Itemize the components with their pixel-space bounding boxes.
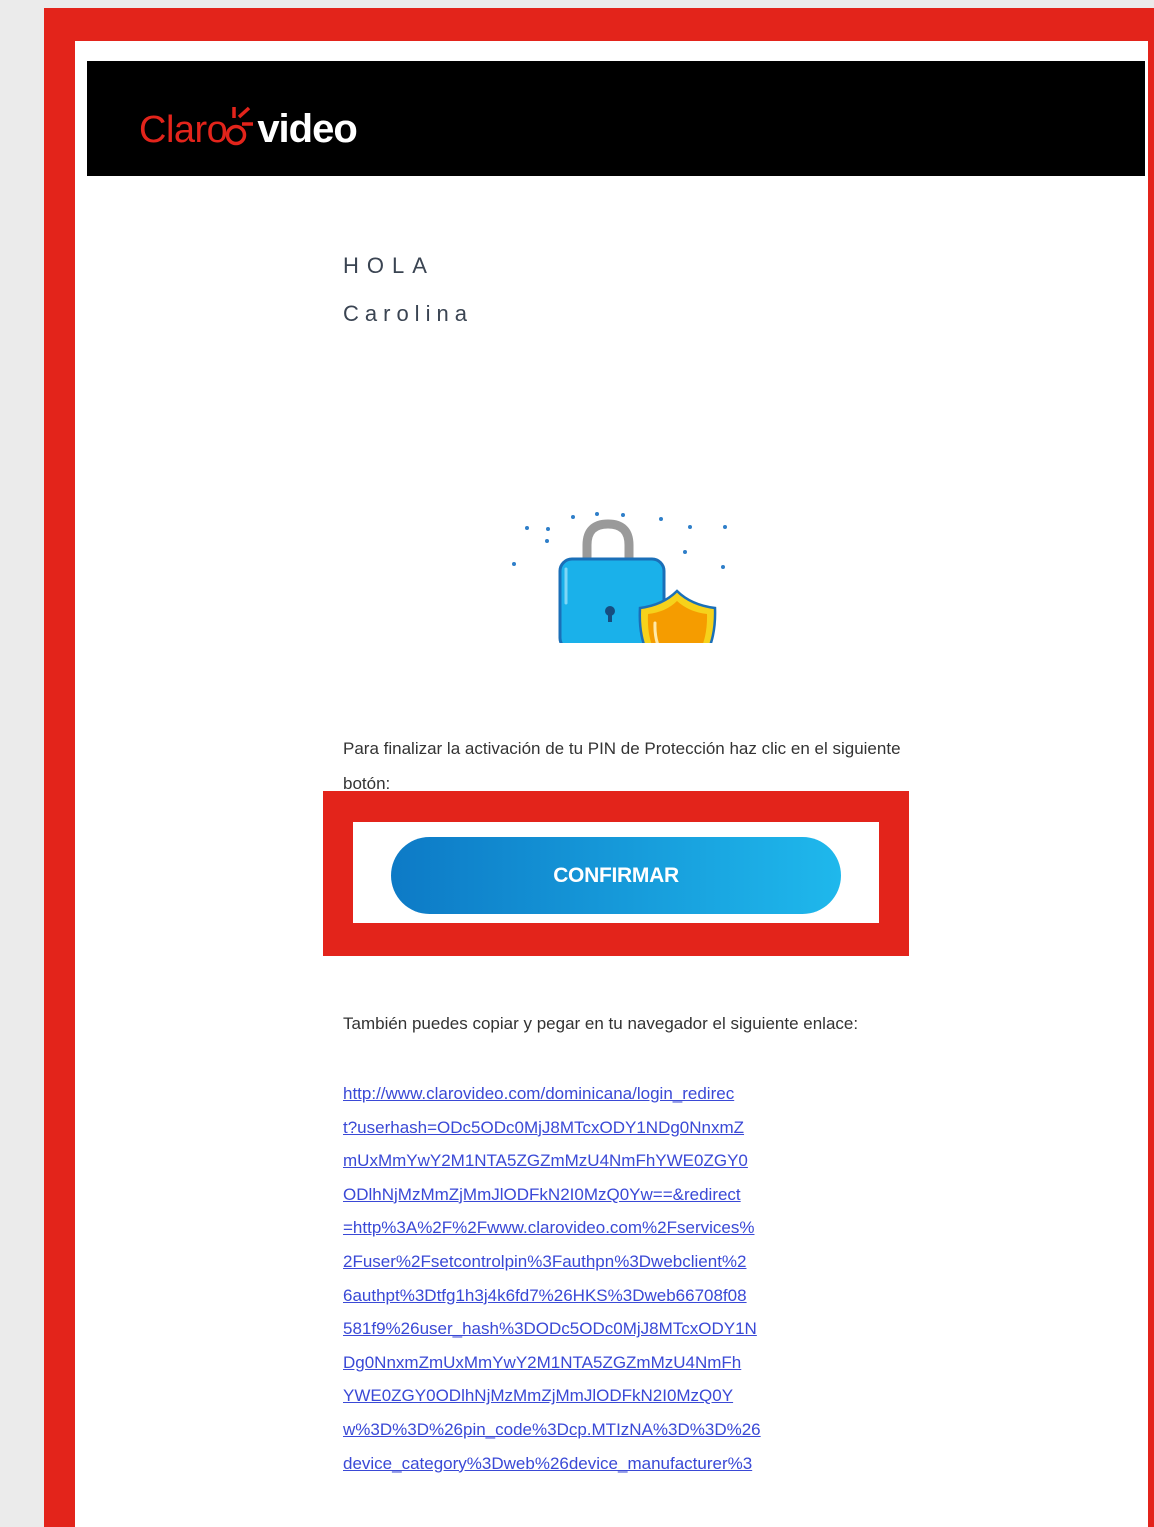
confirm-button[interactable]: CONFIRMAR (391, 837, 841, 914)
greeting-hello: HOLA (343, 253, 435, 278)
activation-link-line[interactable]: http://www.clarovideo.com/dominicana/log… (343, 1077, 903, 1111)
claro-video-logo: Claro video (139, 99, 358, 151)
header-bar: Claro video (87, 61, 1145, 176)
activation-link[interactable]: http://www.clarovideo.com/dominicana/log… (343, 1077, 903, 1480)
activation-link-line[interactable]: device_category%3Dweb%26device_manufactu… (343, 1447, 903, 1481)
email-body: Claro video HOLA Carolina Para finalizar… (75, 41, 1148, 1527)
greeting-name: Carolina (343, 301, 473, 326)
logo-claro-text: Claro (139, 109, 228, 151)
activation-link-line[interactable]: =http%3A%2F%2Fwww.clarovideo.com%2Fservi… (343, 1211, 903, 1245)
activation-link-line[interactable]: ODlhNjMzMmZjMmJlODFkN2I0MzQ0Yw==&redirec… (343, 1178, 903, 1212)
activation-link-line[interactable]: mUxMmYwY2M1NTA5ZGZmMzU4NmFhYWE0ZGY0 (343, 1144, 903, 1178)
activation-link-line[interactable]: Dg0NnxmZmUxMmYwY2M1NTA5ZGZmMzU4NmFh (343, 1346, 903, 1380)
logo-video-text: video (257, 107, 357, 151)
alternative-text: También puedes copiar y pegar en tu nave… (343, 1014, 859, 1033)
logo-spark-icon (226, 106, 254, 146)
activation-link-line[interactable]: YWE0ZGY0ODlhNjMzMmZjMmJlODFkN2I0MzQ0Y (343, 1379, 903, 1413)
activation-link-line[interactable]: w%3D%3D%26pin_code%3Dcp.MTIzNA%3D%3D%26 (343, 1413, 903, 1447)
activation-link-line[interactable]: t?userhash=ODc5ODc0MjJ8MTcxODY1NDg0NnxmZ (343, 1111, 903, 1145)
activation-link-line[interactable]: 581f9%26user_hash%3DODc5ODc0MjJ8MTcxODY1… (343, 1312, 903, 1346)
activation-link-line[interactable]: 2Fuser%2Fsetcontrolpin%3Fauthpn%3Dwebcli… (343, 1245, 903, 1279)
lock-shield-icon (512, 512, 727, 643)
activation-link-line[interactable]: 6authpt%3Dtfg1h3j4k6fd7%26HKS%3Dweb66708… (343, 1279, 903, 1313)
